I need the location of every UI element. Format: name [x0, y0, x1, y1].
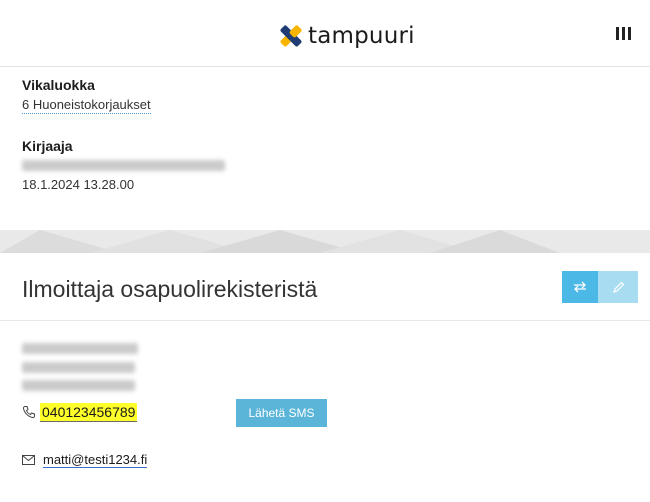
reporter-name-redacted	[22, 343, 138, 354]
email-row: matti@testi1234.fi	[22, 450, 148, 470]
reporter-street-redacted	[22, 362, 135, 373]
section-separator-band	[0, 230, 650, 253]
send-sms-button[interactable]: Lähetä SMS	[236, 399, 327, 427]
fault-class-label: Vikaluokka	[22, 77, 95, 93]
swap-party-button[interactable]	[562, 271, 598, 303]
envelope-icon	[22, 455, 35, 465]
email-link[interactable]: matti@testi1234.fi	[43, 452, 148, 468]
reporter-section-title: Ilmoittaja osapuolirekisteristä	[22, 276, 318, 302]
menu-bars-icon[interactable]	[616, 27, 634, 40]
pencil-icon	[612, 281, 624, 293]
logo-text: tampuuri	[308, 23, 415, 49]
edit-party-button[interactable]	[598, 271, 638, 303]
phone-row: 040123456789	[22, 401, 138, 423]
phone-number-link[interactable]: 040123456789	[40, 402, 138, 422]
recorder-datetime: 18.1.2024 13.28.00	[22, 177, 135, 192]
tampuuri-logo[interactable]: tampuuri	[276, 22, 415, 50]
phone-icon	[22, 406, 35, 419]
recorder-label: Kirjaaja	[22, 138, 73, 154]
tampuuri-logo-mark-icon	[280, 25, 302, 47]
app-header: tampuuri	[0, 0, 650, 67]
recorder-name-redacted	[22, 160, 225, 171]
section-divider	[0, 320, 650, 321]
reporter-city-redacted	[22, 380, 135, 391]
swap-arrows-icon	[574, 281, 586, 293]
fault-class-value[interactable]: 6 Huoneistokorjaukset	[22, 97, 151, 114]
